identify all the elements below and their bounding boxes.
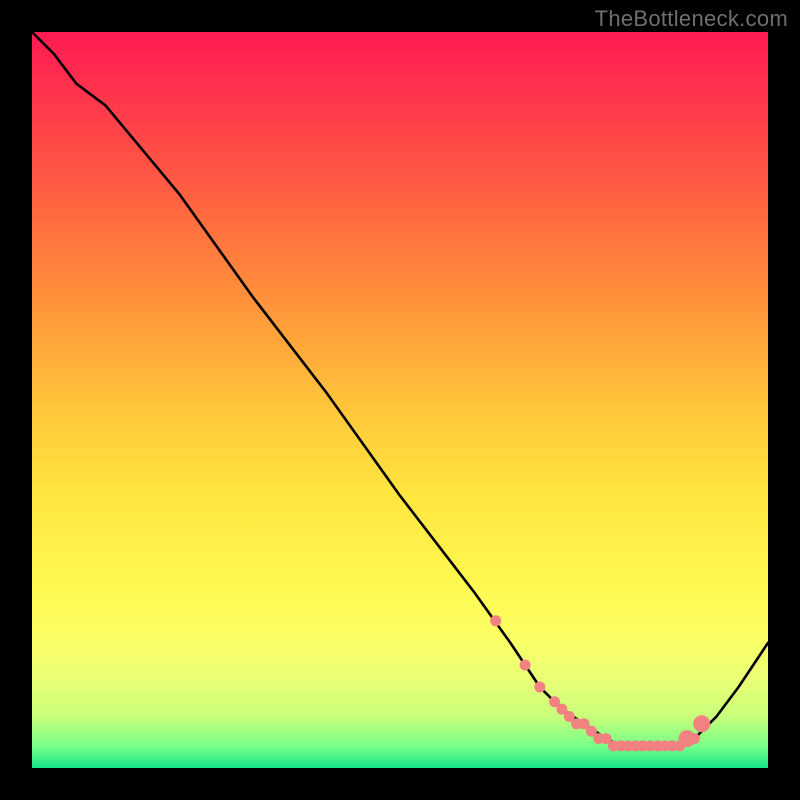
marker-dot <box>520 660 531 671</box>
plot-area <box>32 32 768 768</box>
marker-dot-large <box>679 730 696 747</box>
chart-frame: TheBottleneck.com <box>0 0 800 800</box>
curve-markers <box>490 615 707 751</box>
curve-line <box>32 32 768 746</box>
marker-dot-large <box>693 715 710 732</box>
marker-dot <box>490 615 501 626</box>
bottleneck-curve <box>32 32 768 746</box>
watermark-label: TheBottleneck.com <box>595 6 788 32</box>
marker-dot <box>534 682 545 693</box>
chart-svg <box>32 32 768 768</box>
curve-markers-large <box>679 715 711 747</box>
